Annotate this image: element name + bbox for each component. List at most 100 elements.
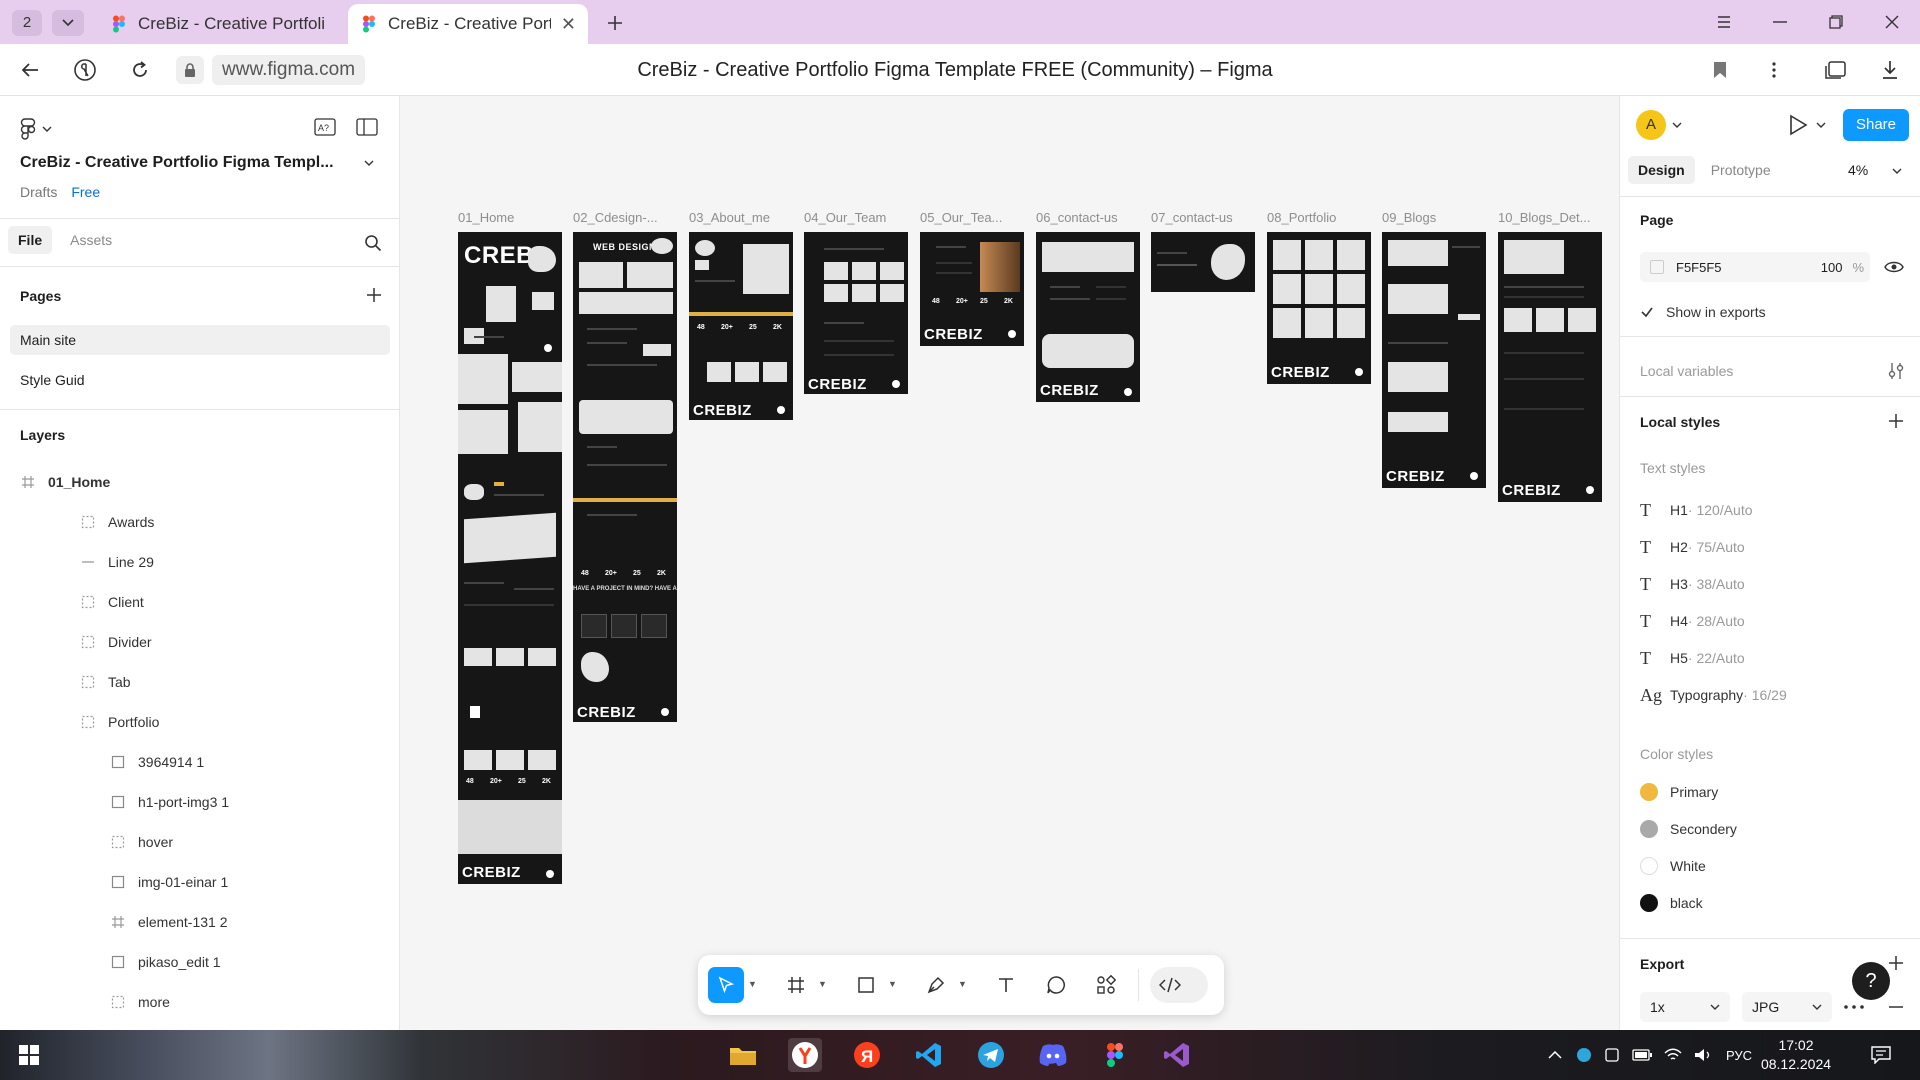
export-format-select[interactable]: JPG	[1742, 992, 1832, 1022]
tab-list-chevron-icon[interactable]	[52, 10, 84, 36]
chevron-down-icon[interactable]	[1892, 168, 1902, 174]
layer-row[interactable]: h1-port-img3 1	[0, 787, 400, 817]
wifi-icon[interactable]	[1664, 1048, 1682, 1062]
minimize-icon[interactable]	[1752, 0, 1808, 44]
tab-prototype[interactable]: Prototype	[1701, 156, 1781, 184]
pen-tool-button[interactable]	[918, 967, 954, 1003]
design-canvas[interactable]: 01_Home 02_Cdesign-... 03_About_me 04_Ou…	[401, 96, 1619, 1030]
layer-row[interactable]: hover	[0, 827, 400, 857]
chevron-down-icon[interactable]: ▼	[958, 979, 967, 989]
chevron-down-icon[interactable]: ▼	[818, 979, 827, 989]
toggle-sidebar-icon[interactable]	[356, 118, 378, 139]
project-name[interactable]: CreBiz - Creative Portfolio Figma Templ.…	[20, 154, 350, 172]
user-avatar[interactable]: A	[1636, 110, 1666, 140]
export-scale-select[interactable]: 1x	[1640, 992, 1730, 1022]
url-field[interactable]: www.figma.com	[176, 55, 366, 85]
layer-row[interactable]: Awards	[0, 507, 400, 537]
frame-label[interactable]: 03_About_me	[689, 210, 789, 225]
yandex-protect-icon[interactable]	[71, 56, 99, 84]
battery-icon[interactable]	[1632, 1049, 1652, 1061]
add-style-plus-icon[interactable]	[1888, 413, 1904, 429]
add-page-plus-icon[interactable]	[366, 287, 382, 303]
more-options-icon[interactable]	[1760, 56, 1788, 84]
text-style-item[interactable]: Ag Typography · 16/29	[1640, 680, 1787, 710]
chevron-down-icon[interactable]: ▼	[748, 979, 757, 989]
color-style-item[interactable]: White	[1640, 851, 1706, 881]
close-window-icon[interactable]	[1864, 0, 1920, 44]
bookmark-icon[interactable]	[1706, 56, 1734, 84]
frame-tool-button[interactable]	[778, 967, 814, 1003]
figma-main-menu[interactable]	[20, 118, 52, 140]
color-style-item[interactable]: black	[1640, 888, 1703, 918]
layer-row[interactable]: Line 29	[0, 547, 400, 577]
plan-badge[interactable]: Free	[71, 184, 100, 200]
page-item-style-guide[interactable]: Style Guid	[10, 365, 390, 395]
variables-sliders-icon[interactable]	[1888, 362, 1904, 380]
text-style-item[interactable]: T H1 · 120/Auto	[1640, 495, 1753, 525]
chevron-down-icon[interactable]	[364, 160, 374, 166]
frame-01-home[interactable]: CREB 48 20+ 25 2K CREBIZ	[458, 232, 562, 884]
clock[interactable]: 17:02 08.12.2024	[1756, 1036, 1836, 1074]
comment-tool-button[interactable]	[1038, 967, 1074, 1003]
url-text[interactable]: www.figma.com	[212, 55, 366, 85]
frame-label[interactable]: 07_contact-us	[1151, 210, 1251, 225]
color-style-item[interactable]: Primary	[1640, 777, 1718, 807]
browser-tab-2-active[interactable]: CreBiz - Creative Portfolio Figma ✕	[348, 4, 588, 44]
move-tool-button[interactable]	[708, 967, 744, 1003]
layer-row[interactable]: 01_Home	[0, 467, 400, 497]
zoom-level[interactable]: 4%	[1848, 162, 1868, 178]
text-style-item[interactable]: T H3 · 38/Auto	[1640, 569, 1745, 599]
resources-button[interactable]	[1088, 967, 1124, 1003]
edge-tray-icon[interactable]	[1576, 1047, 1592, 1063]
chevron-down-icon[interactable]	[1816, 122, 1826, 128]
frame-08-portfolio[interactable]: CREBIZ	[1267, 232, 1371, 384]
ai-rename-icon[interactable]: A?	[314, 118, 336, 139]
layer-row[interactable]: pikaso_edit 1	[0, 947, 400, 977]
eye-icon[interactable]	[1884, 260, 1904, 274]
color-style-item[interactable]: Secondery	[1640, 814, 1737, 844]
add-export-plus-icon[interactable]	[1888, 955, 1904, 971]
search-icon[interactable]	[364, 234, 382, 252]
tab-count-button[interactable]: 2	[12, 10, 42, 36]
reload-icon[interactable]	[126, 56, 154, 84]
volume-icon[interactable]	[1694, 1048, 1712, 1062]
frame-10-blogs-detail[interactable]: CREBIZ	[1498, 232, 1602, 502]
lock-icon[interactable]	[176, 56, 204, 84]
frame-03-about-me[interactable]: 48 20+ 25 2K CREBIZ	[689, 232, 793, 420]
text-tool-button[interactable]	[988, 967, 1024, 1003]
input-language[interactable]: РУС	[1726, 1048, 1752, 1063]
remove-export-minus-icon[interactable]	[1888, 1006, 1904, 1008]
frame-07-contact-us[interactable]	[1151, 232, 1255, 292]
vscode-icon[interactable]	[912, 1038, 946, 1072]
chevron-down-icon[interactable]	[1672, 122, 1682, 128]
shape-tool-button[interactable]	[848, 967, 884, 1003]
color-swatch[interactable]	[1650, 260, 1664, 274]
figma-logo-icon[interactable]	[20, 118, 36, 140]
help-button[interactable]: ?	[1852, 962, 1890, 1000]
yandex-browser-icon[interactable]	[788, 1038, 822, 1072]
browser-menu-icon[interactable]	[1696, 0, 1752, 44]
text-style-item[interactable]: T H4 · 28/Auto	[1640, 606, 1745, 636]
frame-02-cdesign[interactable]: WEB DESIGN 48 20+ 25 2K HAVE A PROJECT I…	[573, 232, 677, 722]
collections-icon[interactable]	[1822, 56, 1850, 84]
text-style-item[interactable]: T H2 · 75/Auto	[1640, 532, 1745, 562]
frame-label[interactable]: 06_contact-us	[1036, 210, 1136, 225]
show-in-exports-checkbox[interactable]: Show in exports	[1640, 297, 1766, 327]
dev-mode-toggle[interactable]	[1150, 967, 1208, 1003]
figma-app-icon[interactable]	[1098, 1038, 1132, 1072]
bg-hex-value[interactable]: F5F5F5	[1676, 260, 1821, 275]
frame-label[interactable]: 05_Our_Tea...	[920, 210, 1020, 225]
layer-row[interactable]: element-131 2	[0, 907, 400, 937]
text-style-item[interactable]: T H5 · 22/Auto	[1640, 643, 1745, 673]
layer-row[interactable]: more	[0, 987, 400, 1017]
frame-05-our-team[interactable]: 48 20+ 25 2K CREBIZ	[920, 232, 1024, 346]
new-tab-plus-icon[interactable]	[602, 10, 628, 36]
restore-icon[interactable]	[1808, 0, 1864, 44]
telegram-icon[interactable]	[974, 1038, 1008, 1072]
notifications-icon[interactable]	[1864, 1038, 1898, 1072]
bg-opacity-value[interactable]: 100	[1821, 260, 1843, 275]
tab-design[interactable]: Design	[1628, 156, 1695, 184]
layer-row[interactable]: Divider	[0, 627, 400, 657]
close-tab-icon[interactable]: ✕	[561, 14, 576, 35]
chevron-down-icon[interactable]	[42, 126, 52, 132]
